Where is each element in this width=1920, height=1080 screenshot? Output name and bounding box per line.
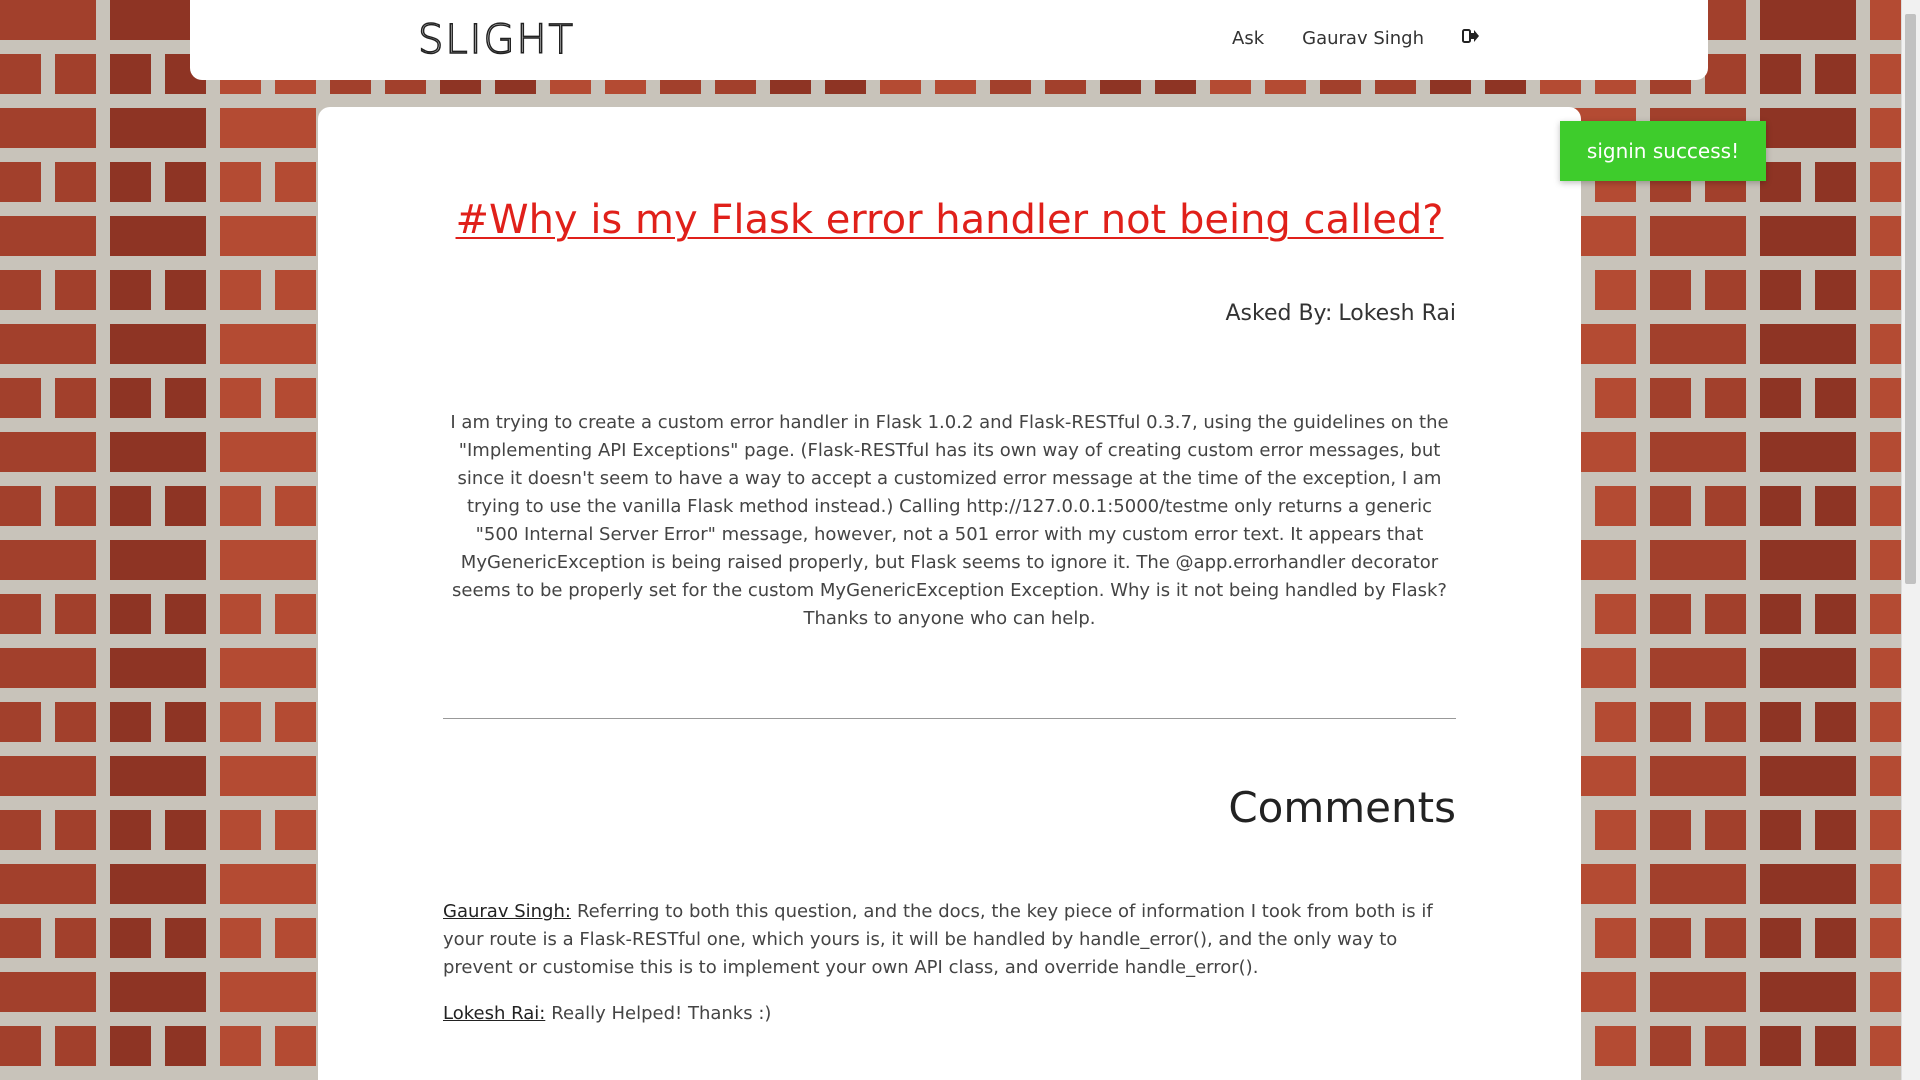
comments-heading: Comments bbox=[1228, 783, 1456, 832]
question-card: #Why is my Flask error handler not being… bbox=[318, 107, 1581, 1080]
question-body: I am trying to create a custom error han… bbox=[450, 412, 1449, 629]
sign-out-icon[interactable] bbox=[1462, 28, 1480, 49]
question-title-link[interactable]: #Why is my Flask error handler not being… bbox=[318, 197, 1581, 243]
ask-link[interactable]: Ask bbox=[1232, 28, 1264, 49]
section-divider bbox=[443, 718, 1456, 719]
top-navbar: SLIGHT Ask Gaurav Singh bbox=[190, 0, 1708, 80]
sign-out-icon-graphic bbox=[1462, 29, 1479, 43]
brand-logo[interactable]: SLIGHT bbox=[417, 16, 575, 64]
asked-by-label: Asked By: bbox=[1225, 301, 1333, 326]
asked-by: Asked By: Lokesh Rai bbox=[1225, 301, 1456, 326]
comment-author-link[interactable]: Lokesh Rai: bbox=[443, 1003, 545, 1024]
comments-list: Gaurav Singh: Referring to both this ques… bbox=[443, 898, 1456, 1046]
user-name-link[interactable]: Gaurav Singh bbox=[1302, 28, 1424, 49]
signin-success-toast[interactable]: signin success! bbox=[1560, 121, 1766, 181]
comment-text: Really Helped! Thanks :) bbox=[551, 1003, 772, 1024]
vertical-scrollbar[interactable] bbox=[1901, 0, 1920, 1080]
comment-item: Gaurav Singh: Referring to both this ques… bbox=[443, 898, 1456, 982]
nav-links: Ask Gaurav Singh bbox=[1232, 28, 1480, 49]
comment-author-link[interactable]: Gaurav Singh: bbox=[443, 901, 571, 922]
comment-item: Lokesh Rai: Really Helped! Thanks :) bbox=[443, 1000, 1456, 1028]
scrollbar-thumb[interactable] bbox=[1905, 14, 1916, 584]
comment-text: Referring to both this question, and the… bbox=[443, 901, 1433, 978]
asked-by-name: Lokesh Rai bbox=[1338, 301, 1456, 326]
